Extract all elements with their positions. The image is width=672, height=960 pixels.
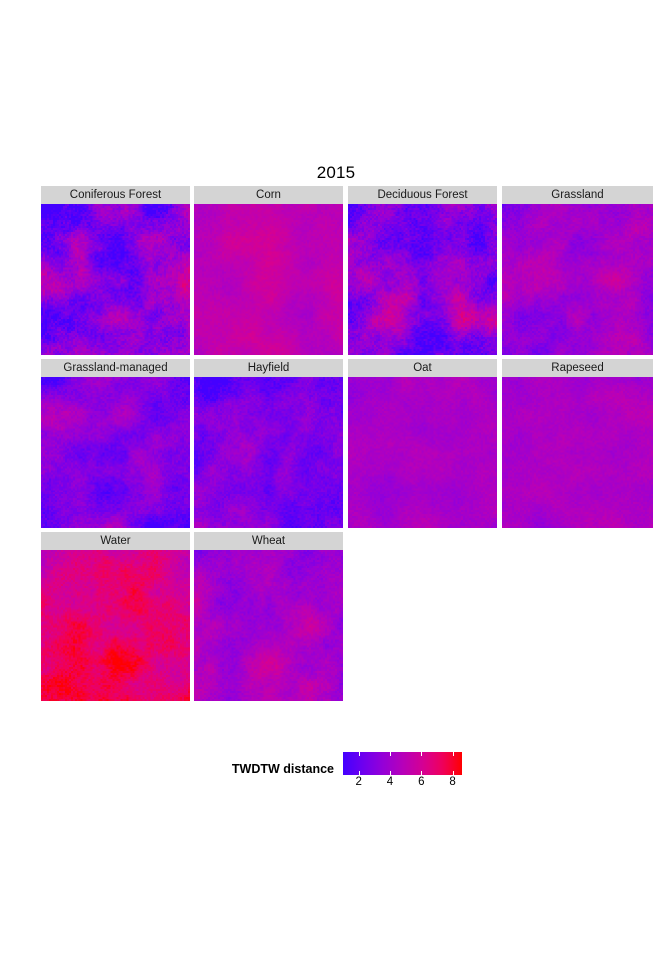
raster-image: [348, 377, 497, 528]
legend-tick-mark: [452, 752, 454, 756]
raster-image: [194, 377, 343, 528]
figure-root: 2015 Coniferous Forest Corn Deciduous Fore…: [0, 0, 672, 960]
raster-image: [41, 204, 190, 355]
facet-strip-label: Hayfield: [194, 359, 343, 377]
raster-canvas: [502, 204, 653, 355]
legend-tick-mark: [389, 752, 391, 756]
facet-label-text: Water: [100, 535, 131, 547]
legend-tick-label: 2: [355, 776, 362, 788]
page-title: 2015: [316, 163, 356, 182]
legend-tick-labels: 2 4 6 8: [343, 776, 462, 792]
facet-label-text: Oat: [413, 362, 432, 374]
facet-strip-label: Oat: [348, 359, 497, 377]
legend-tick-mark: [389, 771, 391, 775]
facet-row: Grassland-managed Hayfield Oat Rapeseed: [41, 359, 672, 532]
raster-canvas: [348, 204, 497, 355]
facet-strip-label: Grassland: [502, 186, 653, 204]
facet-label-text: Grassland-managed: [63, 362, 168, 374]
facet-panel-coniferous-forest: Coniferous Forest: [41, 186, 190, 355]
raster-canvas: [194, 204, 343, 355]
legend-tick-mark: [421, 752, 423, 756]
raster-canvas: [502, 377, 653, 528]
raster-canvas: [41, 377, 190, 528]
facet-label-text: Wheat: [251, 535, 286, 547]
legend-tick-label: 4: [386, 776, 394, 788]
raster-canvas: [348, 377, 497, 528]
facet-panel-deciduous-forest: Deciduous Forest: [348, 186, 497, 355]
facet-label-text: Coniferous Forest: [69, 189, 162, 201]
legend-tick-mark: [358, 771, 360, 775]
raster-image: [502, 377, 653, 528]
facet-label-text: Corn: [256, 189, 281, 201]
facet-panel-wheat: Wheat: [194, 532, 343, 701]
legend-colorbar: [343, 752, 462, 775]
facet-label-text: Rapeseed: [551, 362, 604, 374]
raster-image: [502, 204, 653, 355]
facet-panel-rapeseed: Rapeseed: [502, 359, 653, 528]
legend-tick-mark: [421, 771, 423, 775]
facet-grid: Coniferous Forest Corn Deciduous Forest Gra…: [41, 186, 672, 705]
facet-strip-label: Coniferous Forest: [41, 186, 190, 204]
facet-strip-label: Water: [41, 532, 190, 550]
facet-label-text: Deciduous Forest: [377, 189, 468, 201]
legend-tick-label: 6: [418, 776, 425, 788]
legend-tick-mark: [358, 752, 360, 756]
facet-panel-grassland: Grassland: [502, 186, 653, 355]
facet-label-text: Grassland: [551, 189, 604, 201]
facet-panel-water: Water: [41, 532, 190, 701]
facet-panel-oat: Oat: [348, 359, 497, 528]
legend-title: TWDTW distance: [231, 762, 334, 776]
facet-panel-grassland-managed: Grassland-managed: [41, 359, 190, 528]
facet-row: Water Wheat: [41, 532, 672, 705]
facet-strip-label: Grassland-managed: [41, 359, 190, 377]
raster-image: [41, 377, 190, 528]
facet-panel-corn: Corn: [194, 186, 343, 355]
raster-canvas: [41, 204, 190, 355]
raster-image: [41, 550, 190, 701]
raster-canvas: [194, 550, 343, 701]
raster-image: [194, 204, 343, 355]
legend-tick-mark: [452, 771, 454, 775]
facet-strip-label: Rapeseed: [502, 359, 653, 377]
raster-canvas: [194, 377, 343, 528]
legend-tick-label: 8: [449, 776, 456, 788]
raster-image: [194, 550, 343, 701]
legend: TWDTW distance: [0, 750, 672, 796]
facet-strip-label: Deciduous Forest: [348, 186, 497, 204]
facet-strip-label: Wheat: [194, 532, 343, 550]
raster-canvas: [41, 550, 190, 701]
facet-row: Coniferous Forest Corn Deciduous Forest Gra…: [41, 186, 672, 359]
facet-label-text: Hayfield: [247, 362, 290, 374]
facet-panel-hayfield: Hayfield: [194, 359, 343, 528]
raster-image: [348, 204, 497, 355]
facet-strip-label: Corn: [194, 186, 343, 204]
